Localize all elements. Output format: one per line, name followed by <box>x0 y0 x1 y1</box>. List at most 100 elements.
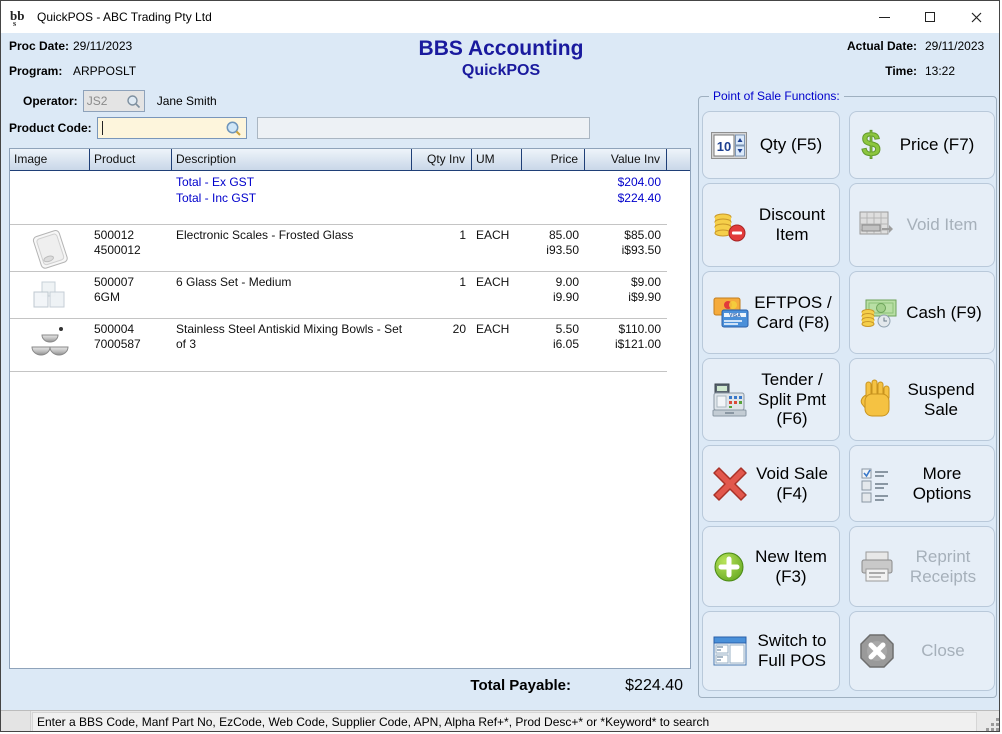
maximize-button[interactable] <box>907 1 953 33</box>
time-value: 13:22 <box>925 64 991 78</box>
minimize-button[interactable] <box>861 1 907 33</box>
reprint-receipts-button: Reprint Receipts <box>849 526 995 607</box>
item-um: EACH <box>472 225 522 271</box>
product-code-input[interactable] <box>97 117 247 139</box>
credit-cards-icon: VISA <box>711 292 751 334</box>
status-bar-left-panel <box>1 711 31 732</box>
product-search-icon[interactable] <box>225 120 242 137</box>
product-codes: 5000076GM <box>90 272 172 318</box>
status-bar-message: Enter a BBS Code, Manf Part No, EzCode, … <box>32 712 977 732</box>
total-ex-gst-value: $204.00 <box>585 174 667 190</box>
close-window-button[interactable] <box>953 1 999 33</box>
header-left: Proc Date:29/11/2023 Program:ARPPOSLT <box>9 39 136 89</box>
void-item-grid-icon <box>858 210 894 240</box>
operator-code: JS2 <box>87 94 126 108</box>
proc-date-label: Proc Date: <box>9 39 73 53</box>
cash-button[interactable]: Cash (F9) <box>849 271 995 354</box>
item-price: 9.00i9.90 <box>522 272 585 318</box>
total-inc-gst-label: Total - Inc GST <box>172 190 412 206</box>
item-value: $9.00i$9.90 <box>585 272 667 318</box>
item-qty: 20 <box>412 319 472 371</box>
item-um: EACH <box>472 319 522 371</box>
svg-text:s: s <box>13 19 16 27</box>
void-sale-button[interactable]: Void Sale (F4) <box>702 445 840 522</box>
tender-split-button[interactable]: Tender / Split Pmt (F6) <box>702 358 840 441</box>
operator-label: Operator: <box>23 94 78 108</box>
void-item-button: Void Item <box>849 183 995 267</box>
green-plus-icon <box>711 549 747 585</box>
col-header-price[interactable]: Price <box>522 149 585 170</box>
program-label: Program: <box>9 64 73 78</box>
window-title: QuickPOS - ABC Trading Pty Ltd <box>37 10 212 24</box>
switch-full-pos-button[interactable]: Switch to Full POS <box>702 611 840 691</box>
discount-item-button[interactable]: Discount Item <box>702 183 840 267</box>
table-row[interactable]: 5000124500012 Electronic Scales - Froste… <box>10 225 690 271</box>
col-header-description[interactable]: Description <box>172 149 412 170</box>
resize-grip[interactable] <box>985 717 999 731</box>
price-button[interactable]: $ Price (F7) <box>849 111 995 179</box>
electronic-scales-photo <box>10 225 90 271</box>
program-value: ARPPOSLT <box>73 64 136 78</box>
col-header-qty-inv[interactable]: Qty Inv <box>412 149 472 170</box>
product-codes: 5000047000587 <box>90 319 172 371</box>
printer-icon <box>858 549 896 585</box>
item-value: $110.00i$121.00 <box>585 319 667 371</box>
proc-date-value: 29/11/2023 <box>73 39 132 53</box>
text-caret <box>102 121 103 135</box>
operator-search-icon[interactable] <box>126 94 141 109</box>
time-label: Time: <box>885 64 917 78</box>
sale-items-table: Image Product Description Qty Inv UM Pri… <box>9 148 691 669</box>
col-header-image[interactable]: Image <box>10 149 90 170</box>
total-payable-label: Total Payable: <box>401 677 571 694</box>
product-code-row: Product Code: <box>9 117 590 139</box>
total-payable-value: $224.40 <box>563 677 683 695</box>
bbs-app-icon: bb s <box>9 7 29 27</box>
mixing-bowls-photo <box>10 319 90 371</box>
more-options-button[interactable]: More Options <box>849 445 995 522</box>
pos-functions-grid: 10 Qty (F5) $ Price (F7) <box>702 111 995 691</box>
qty-spinner-icon: 10 <box>711 132 747 159</box>
checklist-icon <box>858 465 894 503</box>
item-um: EACH <box>472 272 522 318</box>
svg-text:VISA: VISA <box>729 313 741 319</box>
pos-functions-title: Point of Sale Functions: <box>709 89 844 103</box>
svg-text:$: $ <box>862 126 881 164</box>
status-bar: Enter a BBS Code, Manf Part No, EzCode, … <box>1 710 1000 732</box>
item-price: 5.50i6.05 <box>522 319 585 371</box>
product-description-field <box>257 117 590 139</box>
col-header-um[interactable]: UM <box>472 149 522 170</box>
col-header-value-inv[interactable]: Value Inv <box>585 149 667 170</box>
table-header-row[interactable]: Image Product Description Qty Inv UM Pri… <box>10 149 690 171</box>
operator-name: Jane Smith <box>157 94 217 108</box>
header-right: Actual Date: 29/11/2023 Time: 13:22 <box>847 39 991 89</box>
qty-button[interactable]: 10 Qty (F5) <box>702 111 840 179</box>
item-description: 6 Glass Set - Medium <box>172 272 412 318</box>
cash-icon <box>858 294 898 332</box>
eftpos-card-button[interactable]: VISA EFTPOS / Card (F8) <box>702 271 840 354</box>
operator-row: Operator: JS2 Jane Smith <box>23 90 217 112</box>
operator-field[interactable]: JS2 <box>83 90 145 112</box>
close-button: Close <box>849 611 995 691</box>
actual-date-value: 29/11/2023 <box>925 39 991 53</box>
title-bar: bb s QuickPOS - ABC Trading Pty Ltd <box>1 1 999 33</box>
item-description: Stainless Steel Antiskid Mixing Bowls - … <box>172 319 407 371</box>
total-inc-gst-value: $224.40 <box>585 190 667 206</box>
red-x-icon <box>711 465 749 503</box>
item-value: $85.00i$93.50 <box>585 225 667 271</box>
table-row[interactable]: 5000047000587 Stainless Steel Antiskid M… <box>10 319 690 371</box>
close-octagon-icon <box>858 632 896 670</box>
glass-set-photo <box>10 272 90 318</box>
col-header-product[interactable]: Product <box>90 149 172 170</box>
item-qty: 1 <box>412 225 472 271</box>
total-ex-gst-row: Total - Ex GST $204.00 <box>10 174 690 190</box>
maximize-icon <box>925 12 935 22</box>
actual-date-label: Actual Date: <box>847 39 917 53</box>
product-codes: 5000124500012 <box>90 225 172 271</box>
suspend-sale-button[interactable]: Suspend Sale <box>849 358 995 441</box>
window-form-icon <box>711 634 749 668</box>
item-description: Electronic Scales - Frosted Glass <box>172 225 412 271</box>
new-item-button[interactable]: New Item (F3) <box>702 526 840 607</box>
item-qty: 1 <box>412 272 472 318</box>
table-row[interactable]: 5000076GM 6 Glass Set - Medium 1 EACH 9.… <box>10 272 690 318</box>
product-code-label: Product Code: <box>9 121 92 135</box>
